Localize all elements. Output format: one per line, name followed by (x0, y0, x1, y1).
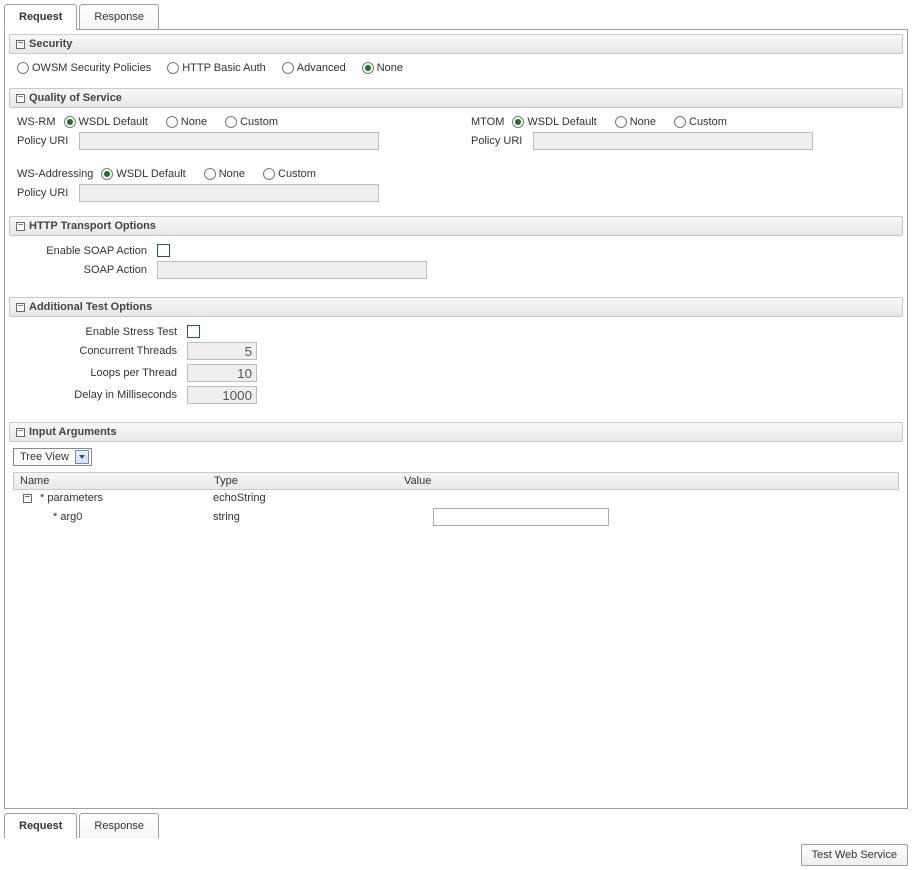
radio-http-basic[interactable]: HTTP Basic Auth (167, 62, 266, 74)
delay-input[interactable] (187, 386, 257, 404)
collapse-icon[interactable]: − (16, 303, 25, 312)
wsaddr-policy-uri-label: Policy URI (17, 187, 73, 199)
loops-input[interactable] (187, 364, 257, 382)
tab-request[interactable]: Request (4, 4, 77, 30)
radio-mtom-custom[interactable]: Custom (674, 116, 727, 128)
section-testopts-header[interactable]: −Additional Test Options (9, 297, 903, 317)
enable-soap-checkbox[interactable] (157, 244, 170, 257)
mtom-label: MTOM (471, 116, 504, 128)
tab-response[interactable]: Response (79, 4, 159, 29)
delay-label: Delay in Milliseconds (17, 389, 177, 401)
section-title: Security (29, 38, 72, 50)
col-value: Value (404, 475, 898, 487)
test-web-service-button[interactable]: Test Web Service (801, 844, 908, 866)
collapse-icon[interactable]: − (16, 222, 25, 231)
tab-request-bottom[interactable]: Request (4, 813, 77, 839)
section-title: Quality of Service (29, 92, 122, 104)
wsrm-policy-uri-label: Policy URI (17, 135, 73, 147)
soap-action-input[interactable] (157, 261, 427, 279)
wsaddr-policy-uri-input[interactable] (79, 184, 379, 202)
section-qos-header[interactable]: −Quality of Service (9, 88, 903, 108)
section-security-body: OWSM Security Policies HTTP Basic Auth A… (9, 54, 903, 84)
table-row: − * parameters echoString (13, 490, 899, 506)
radio-wsrm-custom[interactable]: Custom (225, 116, 278, 128)
arg0-value-input[interactable] (433, 508, 609, 526)
section-qos-body: WS-RM WSDL Default None Custom Policy UR… (9, 108, 903, 212)
wsaddr-label: WS-Addressing (17, 168, 93, 180)
section-testopts-body: Enable Stress Test Concurrent Threads Lo… (9, 317, 903, 418)
tabs-top: Request Response (4, 4, 908, 29)
concurrent-label: Concurrent Threads (17, 345, 177, 357)
radio-wsaddr-wsdl[interactable]: WSDL Default (101, 168, 185, 180)
radio-owsm[interactable]: OWSM Security Policies (17, 62, 151, 74)
radio-wsrm-none[interactable]: None (166, 116, 207, 128)
section-title: HTTP Transport Options (29, 220, 156, 232)
args-table: Name Type Value − * parameters echoStrin… (13, 472, 899, 528)
wsrm-label: WS-RM (17, 116, 56, 128)
enable-stress-label: Enable Stress Test (17, 326, 177, 338)
args-table-header: Name Type Value (13, 472, 899, 490)
tabs-bottom: Request Response (4, 813, 908, 838)
tab-response-bottom[interactable]: Response (79, 813, 159, 838)
radio-wsaddr-none[interactable]: None (204, 168, 245, 180)
radio-mtom-none[interactable]: None (615, 116, 656, 128)
collapse-icon[interactable]: − (16, 94, 25, 103)
section-security-header[interactable]: −Security (9, 34, 903, 54)
radio-wsrm-wsdl[interactable]: WSDL Default (64, 116, 148, 128)
concurrent-input[interactable] (187, 342, 257, 360)
section-http-header[interactable]: −HTTP Transport Options (9, 216, 903, 236)
section-title: Additional Test Options (29, 301, 152, 313)
blank-area (13, 528, 899, 798)
radio-mtom-wsdl[interactable]: WSDL Default (512, 116, 596, 128)
mtom-policy-uri-input[interactable] (533, 132, 813, 150)
section-inputargs-body: Tree View Name Type Value − * parameters… (9, 442, 903, 804)
enable-stress-checkbox[interactable] (187, 325, 200, 338)
radio-wsaddr-custom[interactable]: Custom (263, 168, 316, 180)
request-panel: −Security OWSM Security Policies HTTP Ba… (4, 29, 908, 809)
soap-action-label: SOAP Action (17, 264, 147, 276)
chevron-down-icon (75, 450, 89, 464)
section-title: Input Arguments (29, 426, 117, 438)
footer: Test Web Service (4, 844, 908, 866)
radio-none[interactable]: None (362, 62, 403, 74)
mtom-policy-uri-label: Policy URI (471, 135, 527, 147)
wsrm-policy-uri-input[interactable] (79, 132, 379, 150)
collapse-icon[interactable]: − (16, 428, 25, 437)
section-http-body: Enable SOAP Action SOAP Action (9, 236, 903, 293)
collapse-icon[interactable]: − (23, 494, 32, 503)
collapse-icon[interactable]: − (16, 40, 25, 49)
table-row: * arg0 string (13, 506, 899, 528)
radio-advanced[interactable]: Advanced (282, 62, 346, 74)
section-inputargs-header[interactable]: −Input Arguments (9, 422, 903, 442)
view-mode-select[interactable]: Tree View (13, 448, 92, 466)
col-type: Type (214, 475, 404, 487)
col-name: Name (14, 475, 214, 487)
enable-soap-label: Enable SOAP Action (17, 245, 147, 257)
loops-label: Loops per Thread (17, 367, 177, 379)
